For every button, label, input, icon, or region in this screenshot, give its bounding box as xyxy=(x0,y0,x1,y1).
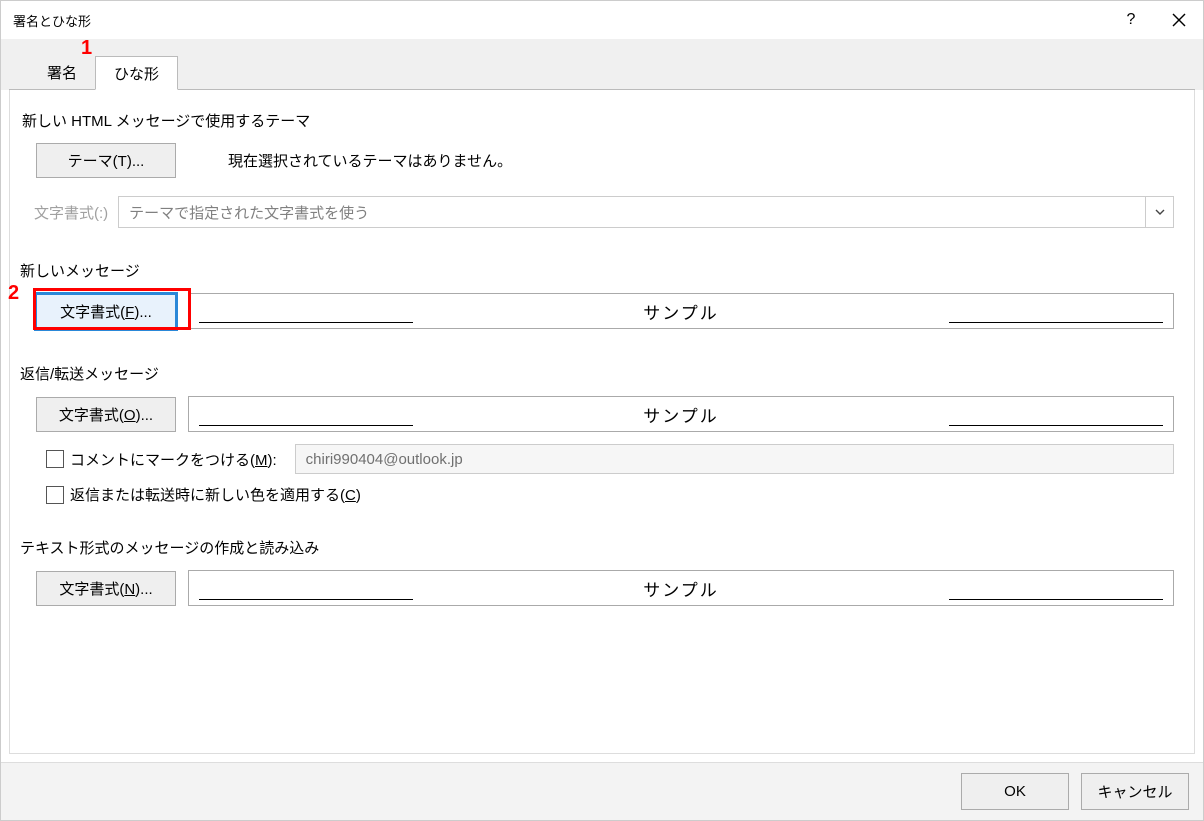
cancel-button[interactable]: キャンセル xyxy=(1081,773,1189,810)
chevron-down-icon xyxy=(1145,197,1173,227)
checkbox-mark-comments-label: コメントにマークをつける(M): xyxy=(70,449,277,470)
theme-status-text: 現在選択されているテーマはありません。 xyxy=(228,150,512,171)
close-button[interactable] xyxy=(1155,1,1203,39)
font-style-dropdown: テーマで指定された文字書式を使う xyxy=(118,196,1174,228)
sample-preview-reply-forward: サンプル xyxy=(188,396,1174,432)
annotation-1-number: 1 xyxy=(81,37,92,60)
close-icon xyxy=(1172,13,1186,27)
theme-button[interactable]: テーマ(T)... xyxy=(36,143,176,178)
checkbox-new-color-reply[interactable] xyxy=(46,486,64,504)
ok-button[interactable]: OK xyxy=(961,773,1069,810)
font-style-label: 文字書式(:) xyxy=(34,202,108,223)
checkbox-mark-comments[interactable] xyxy=(46,450,64,468)
tab-signature[interactable]: 署名 xyxy=(29,56,95,90)
font-button-plaintext[interactable]: 文字書式(N)... xyxy=(36,571,176,606)
tab-content: 新しい HTML メッセージで使用するテーマ テーマ(T)... 現在選択されて… xyxy=(9,90,1195,754)
signatures-stationery-dialog: 署名とひな形 ? 1 署名 ひな形 新しい HTML メッセージで使用するテーマ… xyxy=(0,0,1204,821)
titlebar: 署名とひな形 ? xyxy=(1,1,1203,39)
font-button-new-message[interactable]: 文字書式(F)... xyxy=(36,294,176,329)
checkbox-new-color-reply-label: 返信または転送時に新しい色を適用する(C) xyxy=(70,484,361,505)
tabbar-area: 1 署名 ひな形 xyxy=(1,39,1203,90)
mark-comments-email-field: chiri990404@outlook.jp xyxy=(295,444,1174,474)
sample-preview-new-message: サンプル xyxy=(188,293,1174,329)
section-plaintext-label: テキスト形式のメッセージの作成と読み込み xyxy=(20,537,1174,558)
dialog-footer: OK キャンセル xyxy=(1,762,1203,820)
section-reply-forward-label: 返信/転送メッセージ xyxy=(20,363,1174,384)
section-html-theme-label: 新しい HTML メッセージで使用するテーマ xyxy=(22,110,1174,131)
tabbar: 署名 ひな形 xyxy=(1,55,1203,89)
tab-stationery[interactable]: ひな形 xyxy=(95,56,178,90)
section-new-message-label: 新しいメッセージ xyxy=(20,260,1174,281)
help-button[interactable]: ? xyxy=(1107,1,1155,39)
dialog-title: 署名とひな形 xyxy=(13,11,91,30)
font-button-reply-forward[interactable]: 文字書式(O)... xyxy=(36,397,176,432)
sample-preview-plaintext: サンプル xyxy=(188,570,1174,606)
annotation-2-number: 2 xyxy=(8,282,19,305)
